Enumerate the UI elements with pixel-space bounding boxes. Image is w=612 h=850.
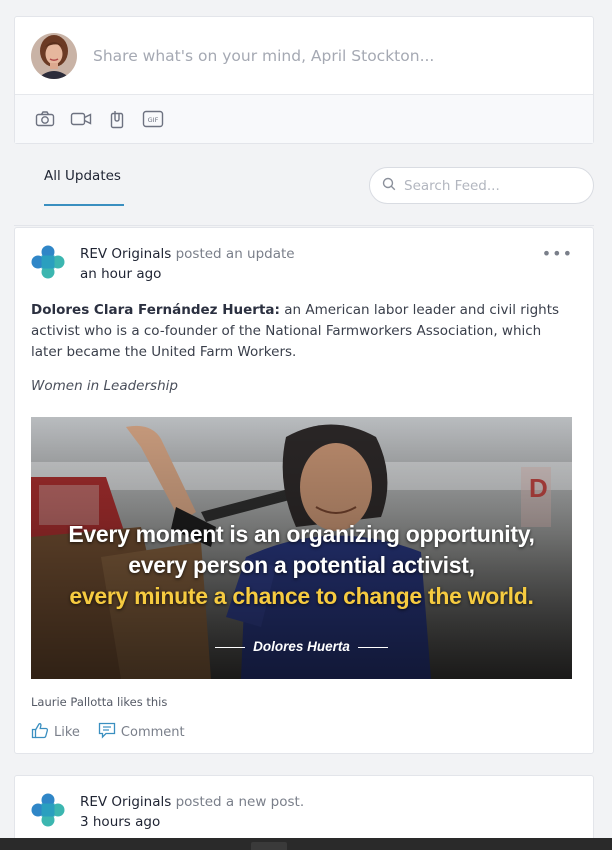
- likes-summary[interactable]: Laurie Pallotta likes this: [31, 695, 167, 709]
- post-author[interactable]: REV Originals: [80, 794, 171, 810]
- like-label: Like: [54, 725, 80, 740]
- svg-text:GIF: GIF: [148, 116, 159, 124]
- like-button[interactable]: Like: [31, 722, 80, 743]
- post-image[interactable]: D Every moment is an organizing opportun…: [31, 417, 572, 679]
- feed-tabs-bar: All Updates: [14, 144, 594, 226]
- bottom-bar-handle: [251, 842, 287, 850]
- post-author[interactable]: REV Originals: [80, 246, 171, 262]
- post-timestamp[interactable]: an hour ago: [80, 264, 295, 285]
- post-timestamp[interactable]: 3 hours ago: [80, 812, 304, 833]
- post-header: REV Originals posted an update an hour a…: [31, 244, 295, 285]
- post-tagline: Women in Leadership: [31, 378, 178, 394]
- rev-originals-logo[interactable]: [31, 793, 65, 827]
- comment-button[interactable]: Comment: [98, 722, 185, 743]
- post-body: Dolores Clara Fernández Huerta: an Ameri…: [31, 300, 571, 363]
- post-action: posted a new post.: [175, 794, 305, 810]
- comment-icon: [98, 722, 116, 743]
- quote-attribution: Dolores Huerta: [31, 639, 572, 654]
- rev-originals-logo[interactable]: [31, 245, 65, 279]
- post-header: REV Originals posted a new post. 3 hours…: [31, 792, 304, 833]
- quote-line-1: Every moment is an organizing opportunit…: [68, 521, 535, 547]
- composer-placeholder[interactable]: Share what's on your mind, April Stockto…: [93, 47, 434, 65]
- attachment-icon[interactable]: [105, 107, 129, 131]
- feed-search[interactable]: [369, 167, 594, 204]
- composer-toolbar: GIF: [15, 95, 593, 143]
- composer-input-row[interactable]: Share what's on your mind, April Stockto…: [15, 17, 593, 95]
- search-input[interactable]: [404, 177, 574, 194]
- image-quote: Every moment is an organizing opportunit…: [31, 519, 572, 612]
- quote-line-3: every minute a chance to change the worl…: [69, 583, 534, 609]
- user-avatar[interactable]: [31, 32, 77, 79]
- quote-line-2: every person a potential activist,: [128, 552, 475, 578]
- search-icon: [382, 176, 396, 195]
- bottom-bar: [0, 838, 612, 850]
- post-body-bold: Dolores Clara Fernández Huerta:: [31, 302, 280, 318]
- more-options-icon[interactable]: •••: [542, 244, 573, 263]
- video-icon[interactable]: [69, 107, 93, 131]
- post-composer: Share what's on your mind, April Stockto…: [14, 16, 594, 144]
- post-action: posted an update: [175, 246, 295, 262]
- thumbs-up-icon: [31, 722, 49, 743]
- active-tab-indicator: [44, 204, 124, 206]
- camera-icon[interactable]: [33, 107, 57, 131]
- tab-all-updates[interactable]: All Updates: [44, 168, 121, 184]
- comment-label: Comment: [120, 725, 185, 740]
- post-actions: Like Comment: [31, 722, 185, 743]
- gif-icon[interactable]: GIF: [141, 107, 165, 131]
- feed-post: REV Originals posted an update an hour a…: [14, 227, 594, 754]
